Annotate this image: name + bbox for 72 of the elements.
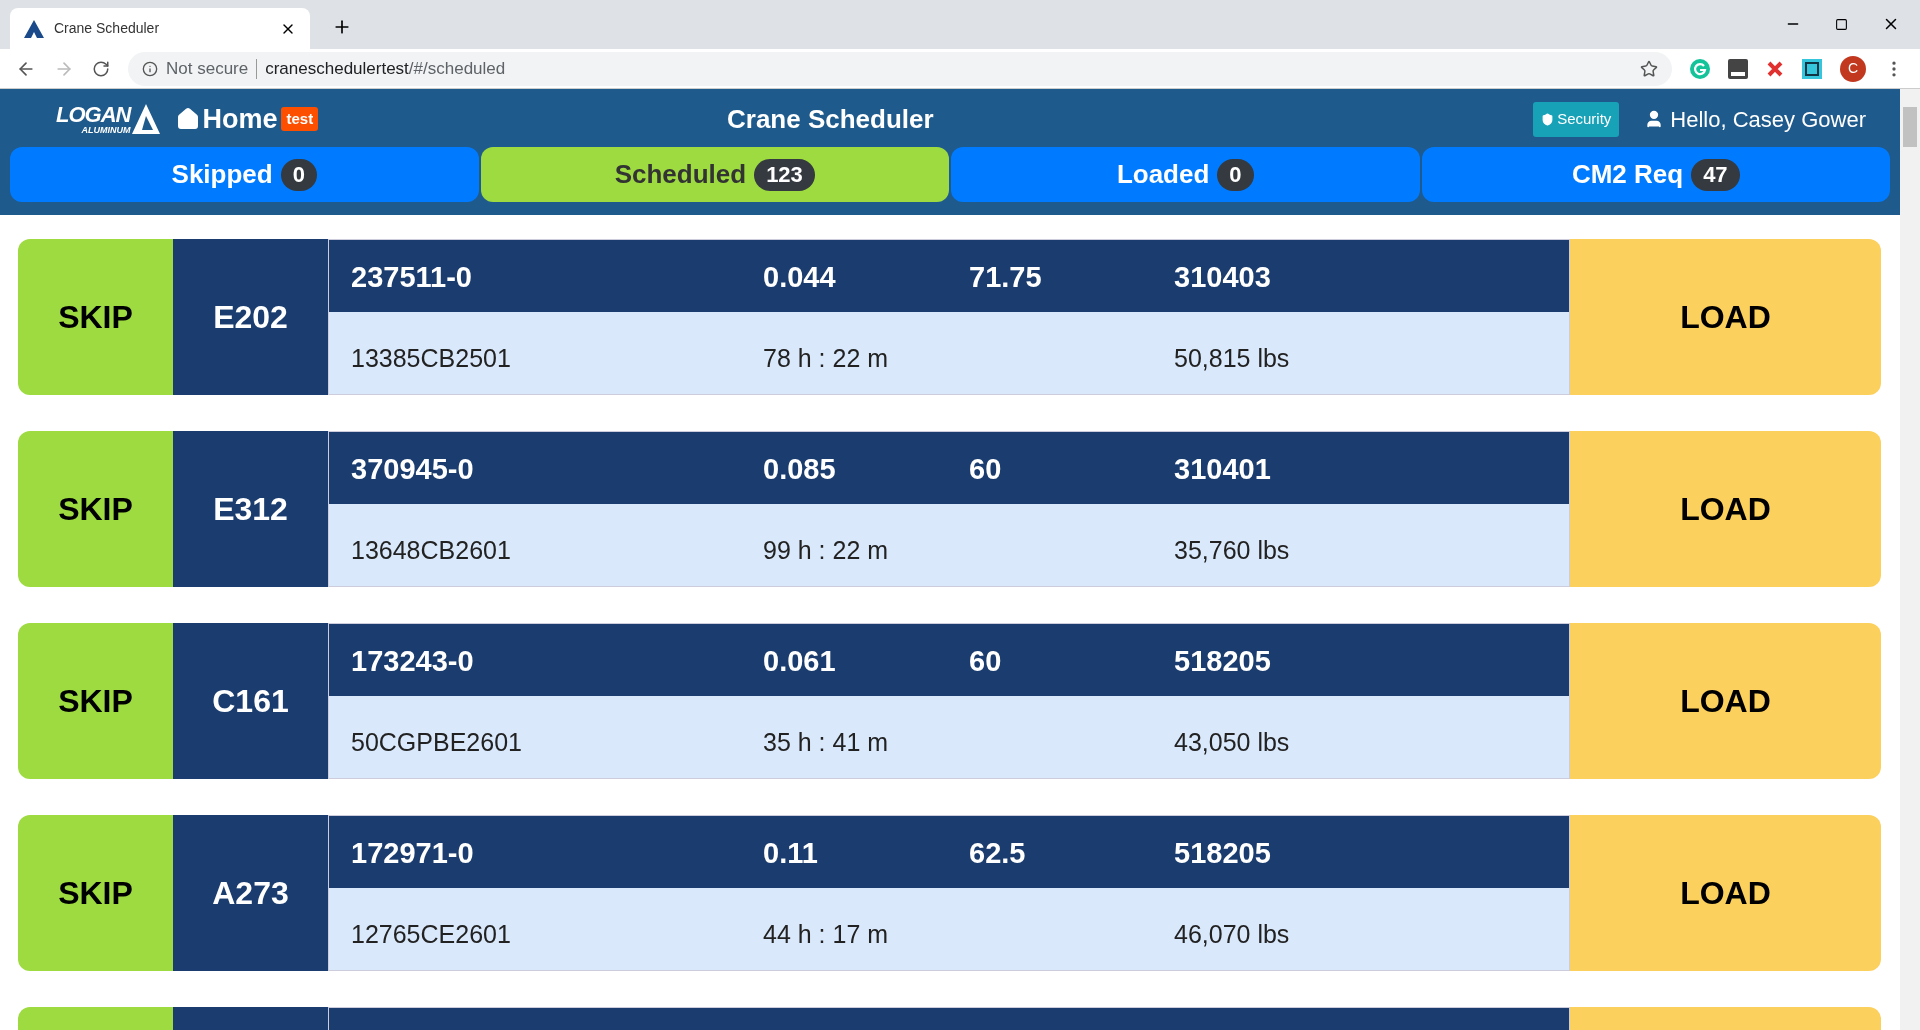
time-remaining: 99 h : 22 m [763, 535, 889, 566]
count-badge: 47 [1691, 158, 1740, 191]
weight-value: 43,050 lbs [1174, 727, 1290, 758]
width-value: 60 [969, 452, 1002, 487]
load-button[interactable]: LOAD [1570, 815, 1881, 971]
triangle-logo-icon [130, 104, 161, 134]
code-value: 310401 [1174, 452, 1271, 487]
bay-cell: A273 [173, 815, 328, 971]
scrollbar[interactable] [1900, 89, 1920, 1030]
url-text: craneschedulertest/#/scheduled [265, 57, 506, 80]
bay-cell: C161 [173, 623, 328, 779]
weight-value: 35,760 lbs [1174, 535, 1290, 566]
security-label: Not secure [166, 57, 249, 80]
app-title: Crane Scheduler [727, 102, 934, 136]
width-value: 71.75 [969, 260, 1042, 295]
weight-value: 46,070 lbs [1174, 919, 1290, 950]
skip-button[interactable]: SKIP [18, 623, 173, 779]
maximize-icon[interactable] [1835, 17, 1848, 31]
status-tab[interactable]: Scheduled 123 [480, 147, 949, 202]
logo-wordmark: LOGAN [56, 103, 131, 126]
skip-button[interactable]: SKIP [18, 431, 173, 587]
triangle-logo-icon [24, 19, 44, 38]
order-number: 173243-0 [351, 644, 474, 679]
tab-title: Crane Scheduler [54, 19, 160, 38]
gauge-value: 0.061 [763, 644, 836, 679]
load-button[interactable]: LOAD [1570, 431, 1881, 587]
width-value: 62.5 [969, 836, 1026, 871]
status-tab[interactable]: Skipped 0 [10, 147, 479, 202]
bay-cell: E312 [173, 431, 328, 587]
part-number: 12765CE2601 [351, 919, 511, 950]
status-tab[interactable]: Loaded 0 [951, 147, 1420, 202]
part-number: 13385CB2501 [351, 343, 511, 374]
shield-icon [1541, 112, 1555, 126]
info-icon [142, 60, 158, 77]
time-remaining: 35 h : 41 m [763, 727, 889, 758]
count-badge: 123 [754, 158, 815, 191]
time-remaining: 44 h : 17 m [763, 919, 889, 950]
se-square-icon[interactable] [1728, 58, 1748, 79]
weight-value: 50,815 lbs [1174, 343, 1290, 374]
count-badge: 0 [280, 158, 317, 191]
reload-icon[interactable] [92, 59, 110, 78]
skip-button[interactable]: SKIP [18, 815, 173, 971]
skip-button[interactable]: SKIP [18, 239, 173, 395]
code-value: 310403 [1174, 260, 1271, 295]
part-number: 13648CB2601 [351, 535, 511, 566]
width-value: 60 [969, 644, 1002, 679]
time-remaining: 78 h : 22 m [763, 343, 889, 374]
code-value: 518205 [1174, 836, 1271, 871]
address-bar[interactable]: Not secure craneschedulertest/#/scheduled [128, 51, 1672, 86]
gauge-value: 0.085 [763, 452, 836, 487]
part-number: 50CGPBE2601 [351, 727, 522, 758]
greeting: Hello, Casey Gower [1644, 102, 1866, 136]
env-badge: test [281, 106, 319, 132]
order-number: 172971-0 [351, 836, 474, 871]
code-value: 518205 [1174, 644, 1271, 679]
logo-subtitle: ALUMINUM [81, 125, 131, 135]
order-number: 237511-0 [351, 260, 472, 295]
cube-icon[interactable] [1802, 58, 1822, 79]
home-icon [176, 107, 201, 131]
status-tab[interactable]: CM2 Req 47 [1421, 147, 1890, 202]
load-button[interactable]: LOAD [1570, 623, 1881, 779]
bay-cell: E202 [173, 239, 328, 395]
gauge-value: 0.044 [763, 260, 836, 295]
browser-tab[interactable]: Crane Scheduler [10, 8, 310, 49]
count-badge: 0 [1217, 158, 1254, 191]
profile-avatar[interactable]: C [1840, 55, 1866, 82]
home-link[interactable]: Home [176, 98, 278, 140]
cross-icon[interactable] [1766, 59, 1784, 78]
load-button[interactable]: LOAD [1570, 239, 1881, 395]
bookmark-star-icon[interactable] [1640, 59, 1658, 78]
gauge-value: 0.11 [763, 836, 818, 871]
order-number: 370945-0 [351, 452, 474, 487]
